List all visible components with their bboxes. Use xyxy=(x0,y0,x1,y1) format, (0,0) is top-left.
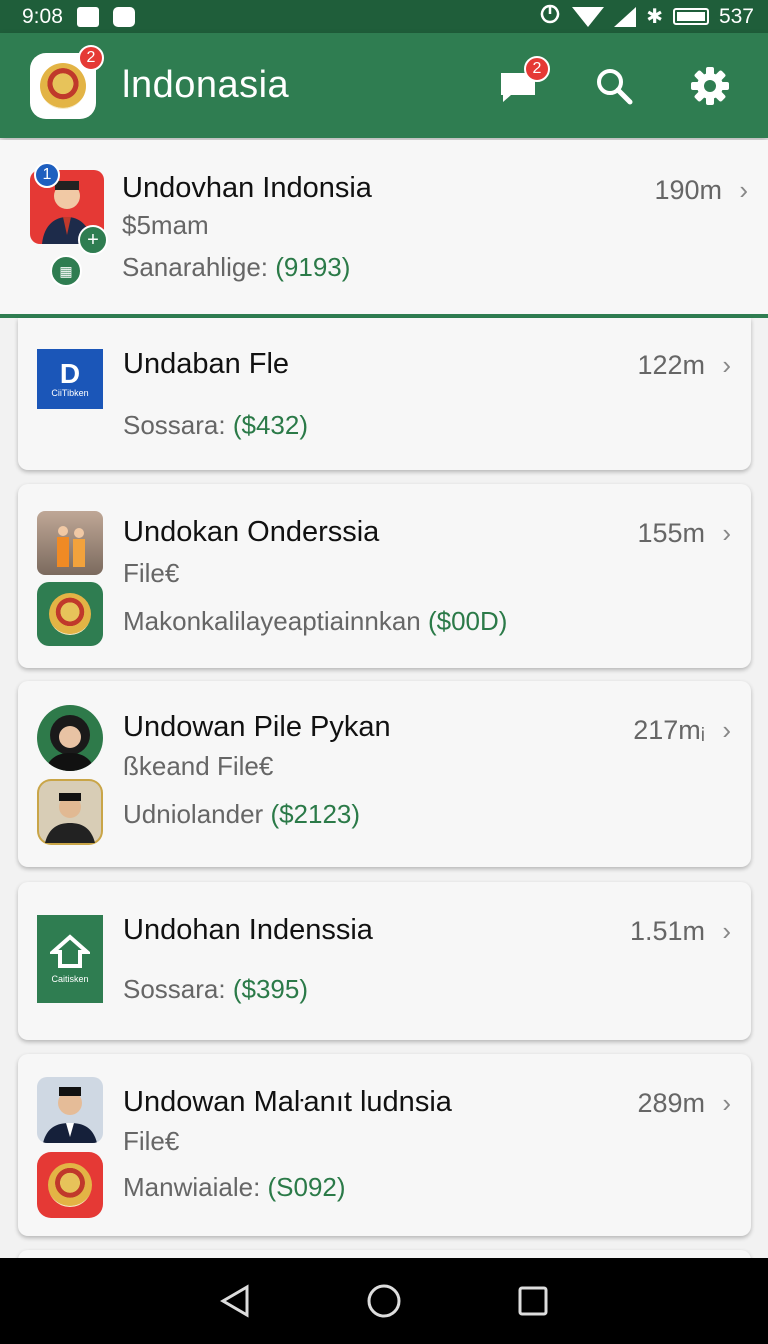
item-title: Undowan Pile Pykan xyxy=(123,711,391,743)
item-subtitle: $5mam xyxy=(122,210,209,240)
messages-button[interactable]: 2 xyxy=(496,55,550,108)
recents-button[interactable] xyxy=(513,1281,553,1321)
detail-label: Sossara: xyxy=(123,974,233,1004)
logo-d-icon: D xyxy=(59,358,81,389)
item-detail: Makonkalilayeaptiainnkan ($00D) xyxy=(123,606,507,637)
detail-label: Makonkalilayeaptiainnkan xyxy=(123,606,428,636)
garuda-emblem-icon xyxy=(48,1163,92,1207)
home-circle-icon xyxy=(367,1284,401,1318)
list-item[interactable]: Undowan Maŀanıt ludnsia File€ Manwiaiale… xyxy=(18,1054,751,1236)
distance: 155m xyxy=(637,518,705,548)
item-subtitle: File€ xyxy=(123,558,180,588)
item-title: Undowan Maŀanıt ludnsia xyxy=(123,1086,452,1118)
chevron-right-icon: › xyxy=(722,518,731,548)
emblem-icon: ▦ xyxy=(50,255,82,287)
notification-icon xyxy=(112,6,135,27)
item-badge: 1 xyxy=(34,162,60,188)
distance: 1.51m xyxy=(629,916,705,946)
app-logo-thumbnail: D CiiTibken xyxy=(37,349,103,409)
distance: 122m xyxy=(637,350,705,380)
chevron-right-icon: › xyxy=(739,175,748,205)
chevron-right-icon: › xyxy=(722,916,731,946)
distance: 289m xyxy=(637,1088,705,1118)
detail-label: Sossara: xyxy=(123,410,233,440)
item-subtitle: ßkeand File€ xyxy=(123,751,274,781)
price: ($00D) xyxy=(427,606,508,636)
emblem-thumbnail xyxy=(37,1152,103,1218)
price: (S092) xyxy=(267,1172,346,1202)
garuda-emblem-icon xyxy=(40,62,86,109)
list-item[interactable]: Undokan Onderssia File€ Makonkalilayeapt… xyxy=(18,484,751,668)
app-bar: 2 lndonasia 2 xyxy=(0,33,768,138)
status-bar: 9:08 ✱ 537 xyxy=(0,0,768,33)
recents-square-icon xyxy=(518,1286,548,1316)
alarm-icon xyxy=(538,2,562,32)
avatar xyxy=(37,779,103,845)
avatar xyxy=(37,1077,103,1143)
logo-caption: CiiTibken xyxy=(51,388,89,398)
price: ($432) xyxy=(232,410,308,440)
photo-thumbnail xyxy=(37,511,103,575)
back-triangle-icon xyxy=(219,1284,249,1318)
list-item[interactable]: 1 + ▦ Undovhan Indonsia $5mam Sanarahlig… xyxy=(0,140,768,318)
signal-icon xyxy=(614,6,637,27)
home-button[interactable] xyxy=(364,1281,404,1321)
list-item[interactable]: Undowan Pile Pykan ßkeand File€ Udniolan… xyxy=(18,681,751,867)
item-detail: Manwiaiale: (S092) xyxy=(123,1172,346,1203)
price: (9193) xyxy=(275,252,351,282)
emblem-thumbnail xyxy=(37,582,103,646)
messages-badge: 2 xyxy=(524,55,550,82)
list-item[interactable]: D CiiTibken Undaban Fle Sossara: ($432) … xyxy=(18,318,751,470)
item-title: Undovhan Indonsia xyxy=(122,172,372,204)
distance: 190m xyxy=(654,175,722,205)
item-detail: Udniolander ($2123) xyxy=(123,799,360,830)
item-detail: Sossara: ($432) xyxy=(123,410,308,441)
system-nav-bar xyxy=(0,1258,768,1344)
battery-level: 537 xyxy=(718,4,754,28)
plus-icon: + xyxy=(78,225,108,255)
search-button[interactable] xyxy=(592,64,636,108)
item-title: Undohan Indenssia xyxy=(123,914,373,946)
price: ($395) xyxy=(232,974,308,1004)
wifi-icon xyxy=(572,6,605,27)
detail-label: Udniolander xyxy=(123,799,271,829)
chevron-right-icon: › xyxy=(722,715,731,745)
item-subtitle: File€ xyxy=(123,1126,180,1156)
item-title: Undaban Fle xyxy=(123,348,290,380)
status-time: 9:08 xyxy=(22,4,63,28)
app-logo-thumbnail: Caitisken xyxy=(37,915,103,1003)
detail-label: Manwiaiale: xyxy=(123,1172,268,1202)
app-logo[interactable]: 2 xyxy=(30,44,104,119)
item-detail: Sossara: ($395) xyxy=(123,974,308,1005)
avatar xyxy=(37,705,103,771)
gear-icon xyxy=(691,66,729,105)
logo-caption: Caitisken xyxy=(51,974,89,984)
item-detail: Sanarahlige: (9193) xyxy=(122,252,350,283)
logo-badge: 2 xyxy=(78,44,104,71)
price: ($2123) xyxy=(270,799,361,829)
battery-icon xyxy=(672,8,709,25)
app-title: lndonasia xyxy=(122,64,290,106)
search-icon xyxy=(597,68,633,104)
settings-button[interactable] xyxy=(688,64,732,108)
item-title: Undokan Onderssia xyxy=(123,516,380,548)
home-icon xyxy=(50,934,90,968)
detail-label: Sanarahlige: xyxy=(122,252,276,282)
garuda-emblem-icon xyxy=(49,593,91,635)
gallery-icon xyxy=(76,6,99,27)
list-item[interactable]: Caitisken Undohan Indenssia Sossara: ($3… xyxy=(18,882,751,1040)
bluetooth-icon: ✱ xyxy=(646,6,663,28)
distance: 217mᵢ xyxy=(633,715,705,745)
back-button[interactable] xyxy=(215,1281,255,1321)
chevron-right-icon: › xyxy=(722,1088,731,1118)
chevron-right-icon: › xyxy=(722,350,731,380)
